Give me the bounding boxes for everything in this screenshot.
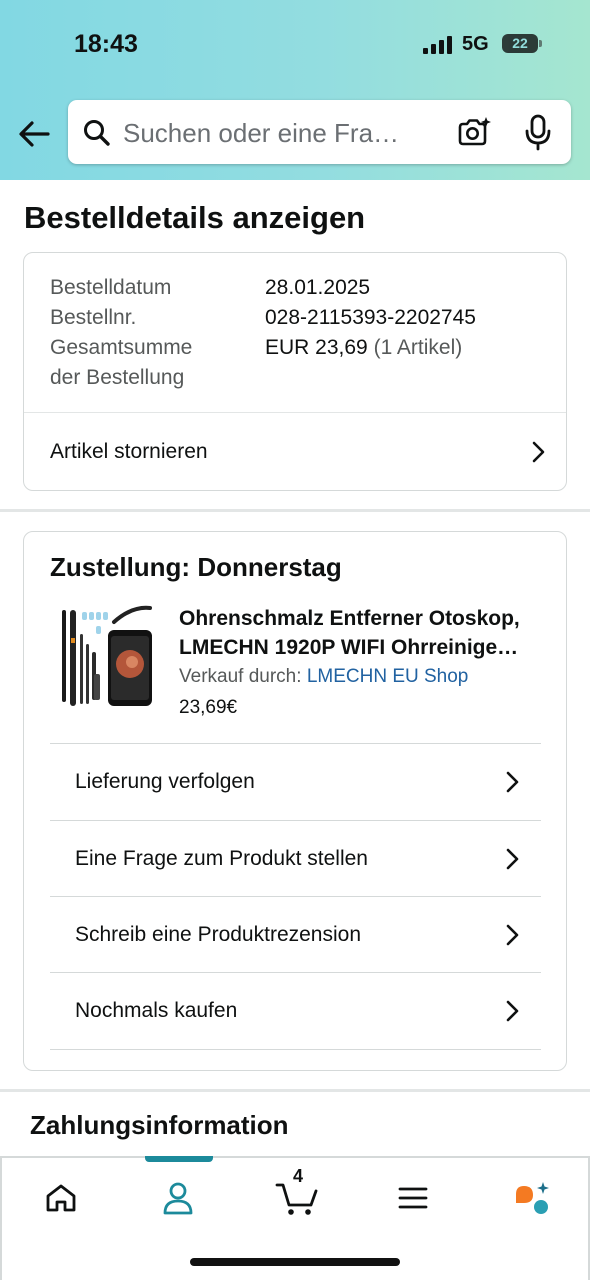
tab-rufus[interactable] (507, 1176, 557, 1220)
order-date-value: 28.01.2025 (265, 276, 371, 299)
ask-question-label: Eine Frage zum Produkt stellen (75, 847, 368, 870)
back-arrow-icon (19, 121, 50, 147)
cart-count: 4 (292, 1166, 303, 1186)
write-review-link[interactable]: Schreib eine Produktrezension (75, 897, 520, 973)
signal-icon (423, 36, 453, 54)
order-number-value: 028-2115393-2202745 (265, 306, 476, 329)
buy-again-label: Nochmals kaufen (75, 999, 238, 1022)
payment-info-title: Zahlungsinformation (30, 1110, 289, 1140)
product-title-line1: Ohrenschmalz Entferner Otoskop, (179, 607, 520, 630)
order-number-label: Bestellnr. (50, 306, 137, 329)
seller-prefix: Verkauf durch: (179, 666, 302, 687)
chevron-right-icon (506, 1000, 519, 1022)
write-review-label: Schreib eine Produktrezension (75, 923, 362, 946)
section-separator (0, 1089, 590, 1092)
order-total-value: EUR 23,69 (1 Artikel) (265, 333, 462, 363)
order-total-label-line2: der Bestellung (50, 366, 185, 389)
delivery-title: Zustellung: Donnerstag (50, 552, 342, 582)
track-package-link[interactable]: Lieferung verfolgen (75, 744, 520, 820)
section-separator (0, 509, 590, 512)
microphone-icon[interactable] (524, 114, 552, 152)
app-header: 18:43 5G 22 Suchen oder eine Fra… (0, 0, 590, 180)
chevron-right-icon (506, 848, 519, 870)
chevron-right-icon (506, 771, 519, 793)
tab-menu[interactable] (388, 1176, 438, 1220)
order-item-count: (1 Artikel) (373, 336, 463, 359)
product-price: 23,69€ (179, 697, 238, 718)
cancel-items-label: Artikel stornieren (50, 440, 208, 463)
order-summary-card: Bestelldatum 28.01.2025 Bestellnr. 028-2… (23, 252, 567, 491)
tab-home[interactable] (36, 1176, 86, 1220)
account-icon (163, 1182, 193, 1215)
track-package-label: Lieferung verfolgen (75, 770, 255, 793)
product-title-line2: LMECHN 1920P WIFI Ohrreinige… (179, 636, 519, 659)
product-title-link[interactable]: Ohrenschmalz Entferner Otoskop, LMECHN 1… (179, 604, 549, 662)
home-indicator (190, 1258, 400, 1266)
menu-icon (398, 1187, 428, 1209)
battery-icon: 22 (502, 34, 538, 53)
status-time: 18:43 (74, 30, 138, 58)
seller-info: Verkauf durch: LMECHN EU Shop (179, 666, 468, 688)
active-tab-indicator (145, 1156, 213, 1162)
chevron-right-icon (532, 441, 545, 463)
order-total-amount: EUR 23,69 (265, 336, 368, 359)
battery-tip (539, 40, 542, 47)
rufus-ai-icon (516, 1182, 549, 1214)
page-title: Bestelldetails anzeigen (24, 200, 366, 235)
order-total-label-line1: Gesamtsumme (50, 336, 193, 359)
product-image[interactable] (52, 604, 162, 714)
seller-link[interactable]: LMECHN EU Shop (307, 666, 469, 687)
tab-account[interactable] (153, 1176, 203, 1220)
home-icon (46, 1184, 76, 1212)
camera-search-icon[interactable] (456, 116, 492, 150)
search-icon (84, 120, 110, 146)
cancel-items-link[interactable]: Artikel stornieren (50, 413, 546, 491)
chevron-right-icon (506, 924, 519, 946)
tab-cart[interactable]: 4 (272, 1166, 322, 1220)
search-bar[interactable]: Suchen oder eine Fra… (68, 100, 571, 164)
order-date-label: Bestelldatum (50, 276, 172, 299)
divider (50, 1049, 541, 1050)
network-type: 5G (462, 33, 489, 55)
search-input[interactable]: Suchen oder eine Fra… (123, 118, 399, 149)
buy-again-link[interactable]: Nochmals kaufen (75, 973, 520, 1049)
order-total-label: Gesamtsumme der Bestellung (50, 333, 192, 393)
delivery-card: Zustellung: Donnerstag Ohrenschmalz Entf… (23, 531, 567, 1071)
ask-question-link[interactable]: Eine Frage zum Produkt stellen (75, 821, 520, 897)
back-button[interactable] (16, 116, 52, 152)
